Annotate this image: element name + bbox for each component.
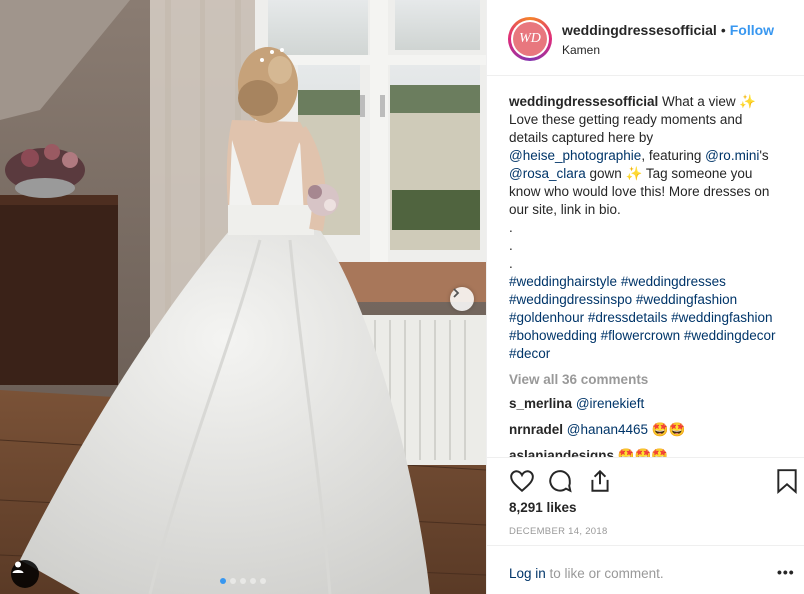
login-link[interactable]: Log in — [509, 566, 546, 581]
caption-dot-line: . — [509, 238, 513, 253]
post-date: DECEMBER 14, 2018 — [509, 526, 608, 537]
comment-item: aslaniandesigns 🤩🤩🤩 — [509, 447, 783, 457]
hashtag-link[interactable]: #dressdetails — [588, 310, 668, 325]
comment-text: 🤩🤩🤩 — [617, 448, 669, 457]
account-line: weddingdressesofficial • Follow — [562, 22, 774, 38]
bookmark-icon — [777, 469, 797, 494]
avatar-frame: WD — [511, 20, 549, 58]
caption-username-link[interactable]: weddingdressesofficial — [509, 94, 658, 109]
hashtag-link[interactable]: #weddingdresses — [621, 274, 726, 289]
carousel-indicator — [0, 578, 486, 584]
likes-count[interactable]: 8,291 likes — [509, 500, 577, 515]
post-photo[interactable] — [0, 0, 486, 594]
comment-button[interactable] — [547, 468, 573, 494]
post-caption: weddingdressesofficial What a view ✨ Lov… — [509, 93, 783, 363]
hashtag-link[interactable]: #weddingdressinspo — [509, 292, 632, 307]
hashtag-link[interactable]: #weddingfashion — [636, 292, 737, 307]
header-separator: • — [720, 22, 726, 38]
user-tag-icon — [12, 561, 24, 573]
mention-link[interactable]: @heise_photographie — [509, 148, 641, 163]
like-button[interactable] — [509, 468, 535, 494]
comment-username-link[interactable]: s_merlina — [509, 396, 572, 411]
hashtag-link[interactable]: #bohowedding — [509, 328, 597, 343]
caption-text: , featuring — [641, 148, 706, 163]
save-button[interactable] — [775, 468, 801, 494]
comment-item: s_merlina @irenekieft — [509, 395, 783, 413]
post-actions-bar — [487, 457, 804, 505]
caption-dot-line: . — [509, 256, 513, 271]
comment-username-link[interactable]: nrnradel — [509, 422, 563, 437]
hashtag-link[interactable]: #flowercrown — [601, 328, 681, 343]
avatar-logo: WD — [513, 22, 547, 56]
carousel-dot-3 — [240, 578, 246, 584]
comment-text[interactable]: @hanan4465 🤩🤩 — [567, 422, 686, 437]
login-footer: Log in to like or comment. ••• — [487, 545, 804, 594]
caption-dot-line: . — [509, 220, 513, 235]
share-icon — [591, 469, 609, 492]
login-prompt-text: to like or comment. — [545, 566, 664, 581]
hashtag-link[interactable]: #weddinghairstyle — [509, 274, 617, 289]
more-options-button[interactable]: ••• — [777, 565, 795, 579]
account-name-link[interactable]: weddingdressesofficial — [562, 22, 717, 38]
heart-icon — [510, 470, 534, 493]
hashtag-link[interactable]: #goldenhour — [509, 310, 584, 325]
hashtag-link[interactable]: #weddingfashion — [671, 310, 772, 325]
chevron-right-icon — [453, 288, 460, 298]
login-prompt: Log in to like or comment. — [509, 566, 664, 581]
comment-text[interactable]: @irenekieft — [576, 396, 644, 411]
hashtag-list: #weddinghairstyle #weddingdresses #weddi… — [509, 273, 783, 363]
mention-link[interactable]: @rosa_clara — [509, 166, 586, 181]
comment-icon — [549, 470, 572, 493]
post-header: WD weddingdressesofficial • Follow Kamen — [487, 0, 804, 76]
carousel-dot-1 — [220, 578, 226, 584]
comments-section[interactable]: weddingdressesofficial What a view ✨ Lov… — [487, 77, 804, 457]
carousel-dot-4 — [250, 578, 256, 584]
post-side-panel: WD weddingdressesofficial • Follow Kamen w… — [486, 0, 804, 594]
comment-item: nrnradel @hanan4465 🤩🤩 — [509, 421, 783, 439]
carousel-dot-2 — [230, 578, 236, 584]
comment-username-link[interactable]: aslaniandesigns — [509, 448, 614, 457]
follow-button[interactable]: Follow — [730, 22, 774, 38]
mention-link[interactable]: @ro.mini — [705, 148, 759, 163]
avatar[interactable]: WD — [508, 17, 552, 61]
hashtag-link[interactable]: #decor — [509, 346, 550, 361]
view-all-comments-button[interactable]: View all 36 comments — [509, 372, 783, 387]
location-link[interactable]: Kamen — [562, 43, 600, 57]
carousel-next-button[interactable] — [450, 287, 474, 311]
hashtag-link[interactable]: #weddingdecor — [684, 328, 776, 343]
carousel-dot-5 — [260, 578, 266, 584]
bride-photo-illustration — [0, 0, 486, 594]
share-button[interactable] — [587, 468, 613, 494]
caption-text: 's — [759, 148, 769, 163]
